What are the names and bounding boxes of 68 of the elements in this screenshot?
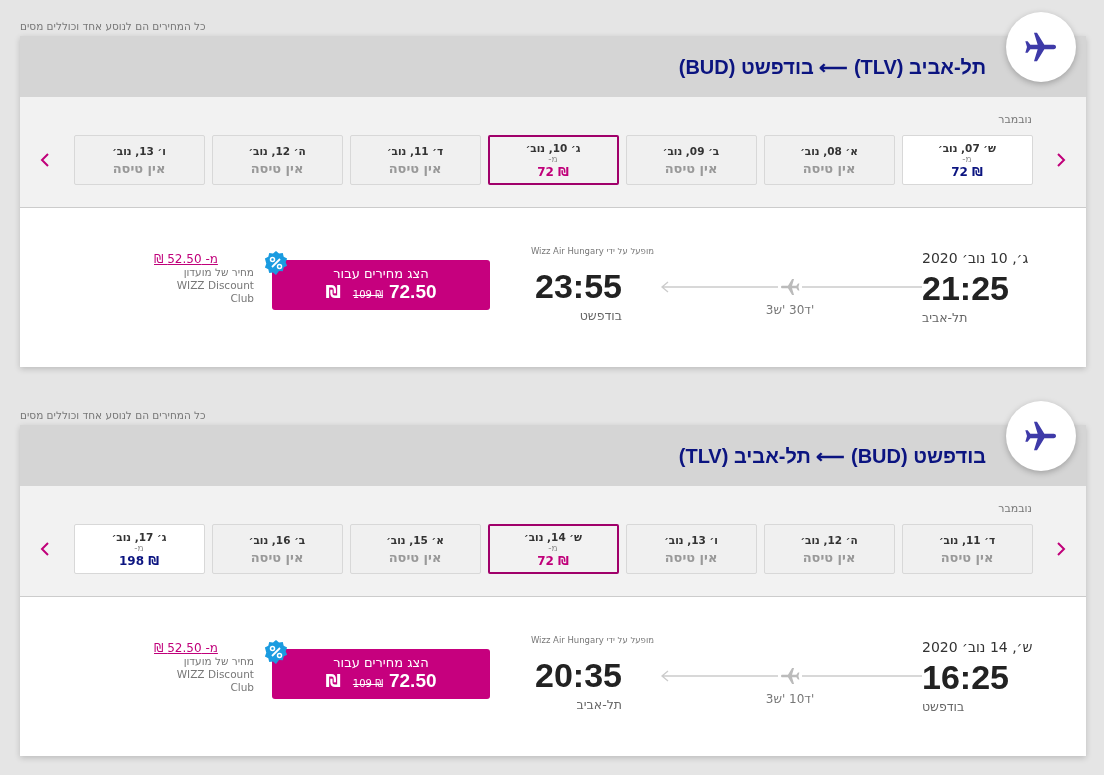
flight-duration: 3ש' 10ד' [765,691,815,706]
tile-date: ו׳ 13, נוב׳ [112,144,166,157]
club-price-note: מחיר של מועדון WIZZ Discount Club [175,655,254,694]
no-flight-label: אין טיסה [388,160,442,176]
tile-date: ג׳ 17, נוב׳ [111,530,167,543]
tile-date: ד׳ 11, נוב׳ [386,144,444,157]
operator-label: מופעל על ידי Wizz Air Hungary [530,635,654,645]
no-flight-label: אין טיסה [250,549,304,565]
tile-date: ד׳ 11, נוב׳ [938,533,996,546]
club-price-link[interactable]: מ- 52.50 ₪ [154,641,218,655]
departure-city: בודפשט [922,699,965,714]
tile-date: ש׳ 14, נוב׳ [524,530,582,543]
route-title: תל-אביב (TLV) ⟵ בודפשט (BUD) [678,54,986,79]
no-flight-label: אין טיסה [250,160,304,176]
month-label: נובמבר [997,113,1033,128]
flight-date: ג׳, 10 נוב׳ 2020 [922,250,1029,266]
tile-price: 72 ₪ [951,164,983,179]
no-flight-label: אין טיסה [664,160,718,176]
month-label: נובמבר [997,502,1033,517]
date-tile[interactable]: א׳ 08, נוב׳ אין טיסה [763,135,895,185]
departure-city: תל-אביב [922,310,968,325]
operator-label: מופעל על ידי Wizz Air Hungary [530,246,654,256]
club-price-note: מחיר של מועדון WIZZ Discount Club [175,266,254,305]
tile-price: 72 ₪ [537,553,569,568]
date-tile[interactable]: ד׳ 11, נוב׳ אין טיסה [901,524,1033,574]
discount-badge-icon [264,639,288,664]
date-tile[interactable]: ד׳ 11, נוב׳ אין טיסה [349,135,481,185]
flight-date: ש׳, 14 נוב׳ 2020 [922,639,1033,655]
date-tile[interactable]: ו׳ 13, נוב׳ אין טיסה [625,524,757,574]
tile-date: ג׳ 10, נוב׳ [525,141,581,154]
tile-date: ב׳ 16, נוב׳ [248,533,306,546]
discount-badge-icon [264,250,288,275]
tile-date: ה׳ 12, נוב׳ [800,533,858,546]
departure-time: 21:25 [922,268,1009,309]
tile-date: א׳ 15, נוב׳ [386,533,444,546]
no-flight-label: אין טיסה [802,549,856,565]
tile-from-label: מ- [548,153,558,165]
tile-price: 198 ₪ [118,553,160,568]
date-tile[interactable]: ה׳ 12, נוב׳ אין טיסה [763,524,895,574]
no-flight-label: אין טיסה [112,160,166,176]
price-note: כל המחירים הם לנוסע אחד וכוללים מסים [20,408,207,423]
date-tile[interactable]: ו׳ 13, נוב׳ אין טיסה [73,135,205,185]
tile-date: א׳ 08, נוב׳ [800,144,858,157]
arrival-time: 23:55 [535,266,622,307]
arrival-city: בודפשט [579,308,622,323]
date-tile[interactable]: ב׳ 16, נוב׳ אין טיסה [211,524,343,574]
price-note: כל המחירים הם לנוסע אחד וכוללים מסים [20,19,207,34]
departure-time: 16:25 [922,657,1009,698]
no-flight-label: אין טיסה [940,549,994,565]
arrival-time: 20:35 [535,655,622,696]
flight-duration: 3ש' 30ד' [765,302,815,317]
no-flight-label: אין טיסה [388,549,442,565]
no-flight-label: אין טיסה [802,160,856,176]
tile-date: ב׳ 09, נוב׳ [662,144,720,157]
date-tile[interactable]: ה׳ 12, נוב׳ אין טיסה [211,135,343,185]
tile-date: ש׳ 07, נוב׳ [938,141,996,154]
arrival-city: תל-אביב [576,697,622,712]
tile-price: 72 ₪ [537,164,569,179]
tile-from-label: מ- [962,153,972,165]
tile-from-label: מ- [134,542,144,554]
tile-date: ו׳ 13, נוב׳ [664,533,718,546]
no-flight-label: אין טיסה [664,549,718,565]
route-title: בודפשט (BUD) ⟵ תל-אביב (TLV) [678,443,986,468]
date-tile[interactable]: ב׳ 09, נוב׳ אין טיסה [625,135,757,185]
date-tile[interactable]: א׳ 15, נוב׳ אין טיסה [349,524,481,574]
club-price-link[interactable]: מ- 52.50 ₪ [154,252,218,266]
tile-from-label: מ- [548,542,558,554]
tile-date: ה׳ 12, נוב׳ [248,144,306,157]
